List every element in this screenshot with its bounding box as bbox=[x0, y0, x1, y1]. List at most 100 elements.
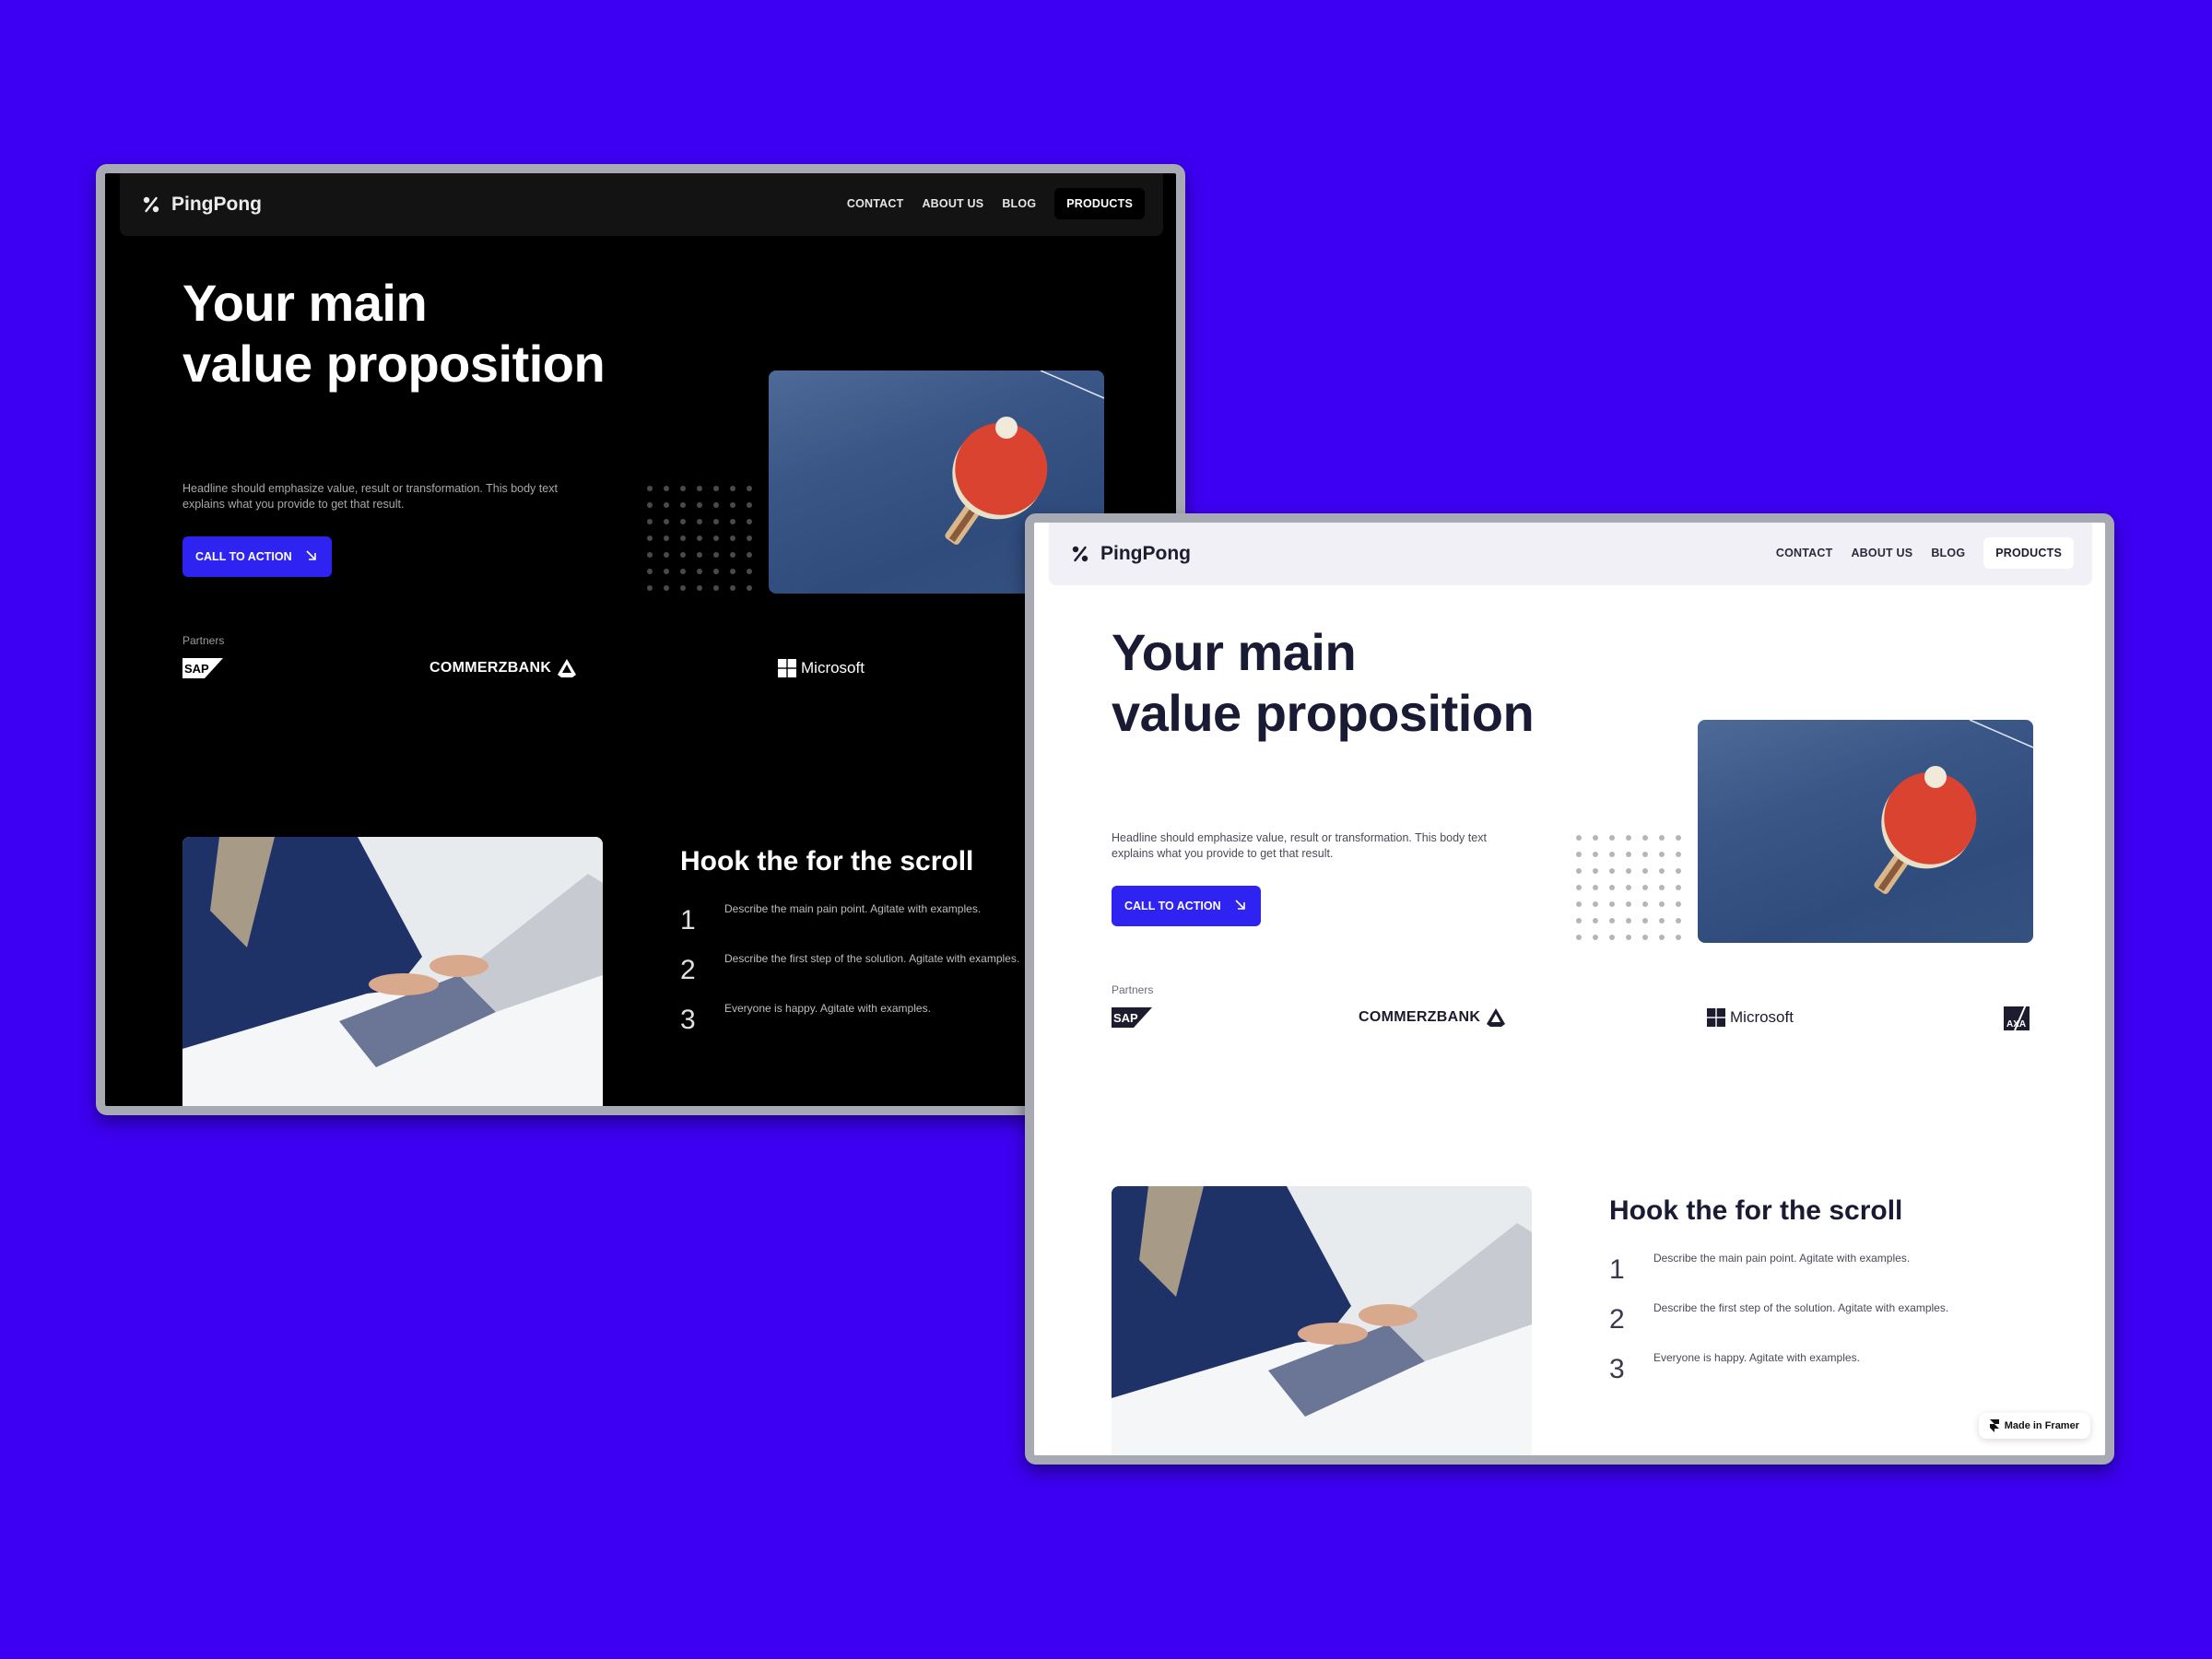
decorative-dot bbox=[1593, 852, 1598, 857]
partner-logo-commerzbank: COMMERZBANK bbox=[429, 657, 577, 679]
decorative-dot bbox=[1609, 835, 1615, 841]
decorative-dot bbox=[1626, 901, 1631, 907]
call-to-action-button[interactable]: CALL TO ACTION bbox=[1112, 886, 1261, 926]
decorative-dot bbox=[697, 519, 702, 524]
decorative-dot bbox=[1642, 835, 1648, 841]
products-button[interactable]: PRODUCTS bbox=[1054, 188, 1145, 219]
decorative-dot bbox=[647, 585, 653, 591]
decorative-dot bbox=[1659, 901, 1665, 907]
decorative-dot bbox=[664, 552, 669, 558]
decorative-dot bbox=[730, 569, 735, 574]
step-text: Describe the first step of the solution.… bbox=[1653, 1301, 1949, 1314]
nav-link-contact[interactable]: CONTACT bbox=[838, 197, 913, 210]
headline-line-2: value proposition bbox=[1112, 684, 1535, 742]
decorative-dot bbox=[1676, 868, 1681, 874]
step-number: 1 bbox=[680, 905, 696, 935]
microsoft-text: Microsoft bbox=[1730, 1008, 1794, 1026]
brand-name: PingPong bbox=[171, 194, 262, 215]
axa-text: AXA bbox=[2006, 1019, 2026, 1030]
partner-logo-microsoft: Microsoft bbox=[778, 657, 865, 679]
nav-link-about-us[interactable]: ABOUT US bbox=[912, 197, 993, 210]
decorative-dot bbox=[730, 585, 735, 591]
microsoft-windows-icon bbox=[778, 659, 796, 677]
decorative-dot bbox=[664, 486, 669, 491]
decorative-dot bbox=[697, 552, 702, 558]
decorative-dot bbox=[697, 585, 702, 591]
decorative-dot bbox=[1593, 885, 1598, 890]
decorative-dot bbox=[1626, 885, 1631, 890]
decorative-dot-grid bbox=[1576, 835, 1681, 940]
navbar: PingPong CONTACT ABOUT US BLOG PRODUCTS bbox=[120, 173, 1163, 236]
brand-logo[interactable]: PingPong bbox=[142, 194, 262, 216]
step-number: 1 bbox=[1609, 1254, 1625, 1285]
nav-link-blog[interactable]: BLOG bbox=[993, 197, 1045, 210]
decorative-dot bbox=[697, 569, 702, 574]
decorative-dot bbox=[647, 519, 653, 524]
decorative-dot bbox=[1576, 852, 1582, 857]
arrow-down-right-icon bbox=[305, 549, 317, 564]
decorative-dot bbox=[713, 552, 719, 558]
step-text: Describe the main pain point. Agitate wi… bbox=[724, 902, 982, 915]
decorative-dot bbox=[730, 486, 735, 491]
decorative-dot bbox=[1576, 935, 1582, 940]
decorative-dot bbox=[1642, 901, 1648, 907]
decorative-dot bbox=[1642, 935, 1648, 940]
hero-body-text: Headline should emphasize value, result … bbox=[182, 482, 558, 511]
landing-page: PingPong CONTACT ABOUT US BLOG PRODUCTS … bbox=[1034, 523, 2105, 1455]
decorative-dot bbox=[1659, 885, 1665, 890]
decorative-dot bbox=[664, 535, 669, 541]
call-to-action-button[interactable]: CALL TO ACTION bbox=[182, 536, 332, 577]
hero-body-text: Headline should emphasize value, result … bbox=[1112, 831, 1487, 860]
step-text: Describe the main pain point. Agitate wi… bbox=[1653, 1252, 1911, 1265]
decorative-dot bbox=[1659, 852, 1665, 857]
nav-links: CONTACT ABOUT US BLOG PRODUCTS bbox=[1767, 537, 2074, 569]
decorative-dot bbox=[680, 535, 686, 541]
decorative-dot bbox=[747, 569, 752, 574]
decorative-dot bbox=[747, 486, 752, 491]
decorative-dot bbox=[1626, 852, 1631, 857]
nav-link-blog[interactable]: BLOG bbox=[1922, 547, 1974, 559]
nav-link-about-us[interactable]: ABOUT US bbox=[1841, 547, 1922, 559]
partner-logo-sap: SAP bbox=[182, 657, 223, 679]
decorative-dot bbox=[647, 502, 653, 508]
decorative-dot bbox=[1593, 868, 1598, 874]
decorative-dot bbox=[647, 486, 653, 491]
decorative-dot bbox=[1609, 885, 1615, 890]
decorative-dot bbox=[1576, 901, 1582, 907]
decorative-dot bbox=[1642, 918, 1648, 924]
made-in-framer-badge[interactable]: Made in Framer bbox=[1978, 1413, 2090, 1439]
step-text: Describe the first step of the solution.… bbox=[724, 952, 1020, 965]
decorative-dot bbox=[1676, 918, 1681, 924]
decorative-dot bbox=[680, 486, 686, 491]
decorative-dot bbox=[747, 502, 752, 508]
decorative-dot bbox=[680, 552, 686, 558]
headline-line-1: Your main bbox=[1112, 623, 1357, 681]
nav-link-contact[interactable]: CONTACT bbox=[1767, 547, 1842, 559]
brand-logo[interactable]: PingPong bbox=[1071, 543, 1191, 565]
framer-logo-icon bbox=[1989, 1419, 1999, 1432]
decorative-dot bbox=[1593, 918, 1598, 924]
hero-headline: Your main value proposition bbox=[1112, 622, 1535, 744]
decorative-dot bbox=[713, 535, 719, 541]
decorative-dot bbox=[1609, 901, 1615, 907]
decorative-dot bbox=[1626, 935, 1631, 940]
decorative-dot-grid bbox=[647, 486, 752, 591]
products-button[interactable]: PRODUCTS bbox=[1983, 537, 2074, 569]
decorative-dot bbox=[664, 569, 669, 574]
decorative-dot bbox=[664, 585, 669, 591]
decorative-dot bbox=[664, 519, 669, 524]
decorative-dot bbox=[1676, 835, 1681, 841]
commerzbank-ribbon-icon bbox=[557, 658, 577, 678]
section-title: Hook the for the scroll bbox=[1609, 1195, 1903, 1226]
step-text: Everyone is happy. Agitate with examples… bbox=[1653, 1351, 1860, 1364]
sap-text: SAP bbox=[1113, 1011, 1138, 1025]
commerzbank-ribbon-icon bbox=[1486, 1007, 1506, 1028]
section-title: Hook the for the scroll bbox=[680, 846, 974, 877]
commerzbank-text: COMMERZBANK bbox=[429, 660, 552, 676]
step-item: 1 Describe the main pain point. Agitate … bbox=[1609, 1251, 2105, 1284]
decorative-dot bbox=[647, 552, 653, 558]
decorative-dot bbox=[747, 535, 752, 541]
decorative-dot bbox=[1626, 918, 1631, 924]
decorative-dot bbox=[1593, 901, 1598, 907]
decorative-dot bbox=[1676, 885, 1681, 890]
